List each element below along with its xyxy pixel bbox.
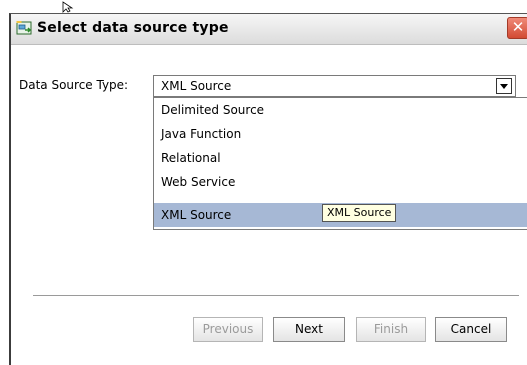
cancel-button[interactable]: Cancel [435, 317, 507, 342]
button-separator [33, 295, 519, 297]
option-delimited-source[interactable]: Delimited Source [154, 98, 527, 122]
previous-button[interactable]: Previous [193, 317, 263, 342]
next-button[interactable]: Next [273, 317, 345, 342]
data-source-type-label: Data Source Type: [19, 78, 129, 92]
option-relational[interactable]: Relational [154, 146, 527, 170]
combobox-selected-value: XML Source [161, 79, 232, 93]
chevron-down-icon[interactable] [496, 78, 512, 94]
finish-button[interactable]: Finish [356, 317, 426, 342]
title-bar: Select data source type ✕ [11, 14, 527, 45]
option-java-function[interactable]: Java Function [154, 122, 527, 146]
data-source-icon [16, 21, 32, 35]
close-button[interactable]: ✕ [507, 17, 527, 39]
dialog-title: Select data source type [37, 20, 229, 36]
tooltip: XML Source [322, 204, 397, 222]
mouse-pointer-icon [62, 1, 74, 13]
data-source-type-combobox[interactable]: XML Source [153, 75, 516, 97]
option-web-service[interactable]: Web Service [154, 170, 527, 194]
